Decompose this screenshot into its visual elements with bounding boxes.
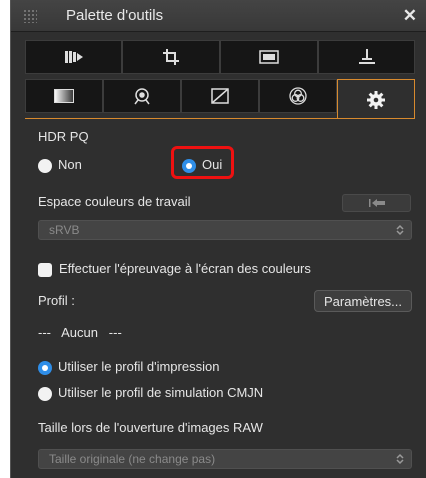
softproof-label[interactable]: Effectuer l'épreuvage à l'écran des coul…	[59, 261, 311, 276]
hdr-non-radio[interactable]	[38, 159, 52, 173]
raw-size-select[interactable]: Taille originale (ne change pas)	[38, 449, 412, 469]
tab-row-2	[25, 79, 415, 119]
select-arrows-icon	[396, 224, 404, 236]
tab-image-adjust[interactable]	[220, 40, 318, 74]
tab-settings[interactable]	[337, 79, 415, 119]
grip-icon[interactable]	[23, 9, 37, 23]
cmyk-profile-radio[interactable]	[38, 387, 52, 401]
gear-icon	[367, 90, 385, 109]
histogram-icon	[64, 51, 83, 63]
tab-crop[interactable]	[122, 40, 220, 74]
tab-loupe[interactable]	[103, 79, 181, 113]
title-bar[interactable]: Palette d'outils ✕	[11, 0, 426, 32]
hdr-non-label[interactable]: Non	[58, 157, 82, 172]
tab-gradient[interactable]	[25, 79, 103, 113]
parameters-button[interactable]: Paramètres...	[314, 290, 412, 312]
tab-color-wheel[interactable]	[259, 79, 337, 113]
tab-histogram[interactable]	[25, 40, 122, 74]
tab-row-1	[25, 40, 415, 74]
image-adjust-icon	[259, 50, 279, 64]
workspace-label: Espace couleurs de travail	[38, 194, 191, 209]
print-profile-radio[interactable]	[38, 361, 52, 375]
hdr-oui-radio[interactable]	[182, 159, 196, 173]
stamp-icon	[358, 49, 375, 64]
profile-value: --- Aucun ---	[38, 325, 122, 340]
reset-icon	[368, 199, 385, 207]
window-title: Palette d'outils	[66, 7, 164, 24]
cmyk-profile-label[interactable]: Utiliser le profil de simulation CMJN	[58, 385, 263, 400]
gradient-icon	[54, 89, 74, 103]
tab-stamp[interactable]	[318, 40, 415, 74]
hdr-oui-label[interactable]: Oui	[202, 157, 222, 172]
raw-size-value: Taille originale (ne change pas)	[49, 452, 216, 466]
raw-size-label: Taille lors de l'ouverture d'images RAW	[38, 420, 263, 435]
settings-panel: HDR PQ Non Oui Espace couleurs de travai…	[25, 118, 415, 478]
color-wheel-icon	[289, 87, 307, 105]
loupe-icon	[134, 88, 150, 105]
hdr-pq-label: HDR PQ	[38, 129, 89, 144]
workspace-value: sRVB	[49, 223, 80, 237]
curve-icon	[211, 88, 229, 104]
tab-curve[interactable]	[181, 79, 259, 113]
select-arrows-icon	[396, 453, 404, 465]
crop-icon	[163, 49, 179, 65]
workspace-select[interactable]: sRVB	[38, 220, 412, 240]
softproof-checkbox[interactable]	[38, 263, 52, 277]
profile-label: Profil :	[38, 293, 75, 308]
reset-workspace-button[interactable]	[342, 194, 411, 212]
tool-palette-window: Palette d'outils ✕ HDR PQ Non Oui Espace…	[10, 0, 426, 478]
close-button[interactable]: ✕	[403, 6, 417, 26]
print-profile-label[interactable]: Utiliser le profil d'impression	[58, 359, 219, 374]
